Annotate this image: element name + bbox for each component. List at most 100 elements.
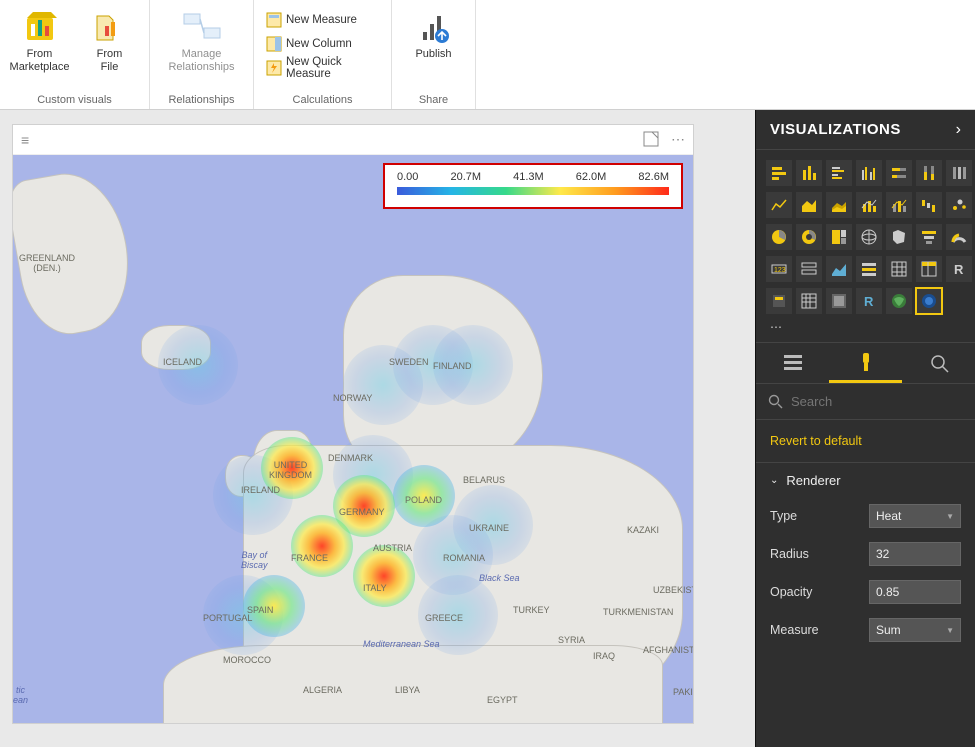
viz-filled-map-icon[interactable] bbox=[886, 224, 912, 250]
legend-tick: 82.6M bbox=[638, 171, 669, 183]
viz-search-input[interactable] bbox=[791, 394, 941, 409]
quick-measure-icon bbox=[266, 60, 282, 76]
viz-kpi-icon[interactable] bbox=[826, 256, 852, 282]
viz-matrix-icon[interactable] bbox=[916, 256, 942, 282]
group-label-relationships: Relationships bbox=[150, 91, 253, 109]
viz-donut-icon[interactable] bbox=[796, 224, 822, 250]
svg-text:R: R bbox=[954, 262, 964, 277]
viz-r-icon[interactable]: R bbox=[946, 256, 972, 282]
prop-radius-label: Radius bbox=[770, 547, 809, 561]
from-file-button[interactable]: From File bbox=[75, 4, 145, 84]
prop-opacity-input[interactable] bbox=[869, 580, 961, 604]
chevron-down-icon: ⌄ bbox=[770, 475, 778, 486]
viz-pie-icon[interactable] bbox=[766, 224, 792, 250]
measure-icon bbox=[266, 12, 282, 28]
prop-row-measure: Measure Sum ▼ bbox=[770, 618, 961, 642]
viz-clustered-bar-icon[interactable] bbox=[826, 160, 852, 186]
legend-ticks: 0.00 20.7M 41.3M 62.0M 82.6M bbox=[397, 171, 669, 183]
viz-tab-fields[interactable] bbox=[756, 343, 829, 383]
new-column-button[interactable]: New Column bbox=[260, 32, 383, 56]
legend-tick: 41.3M bbox=[513, 171, 544, 183]
viz-gauge-icon[interactable] bbox=[946, 224, 972, 250]
visualizations-pane: VISUALIZATIONS › bbox=[755, 110, 975, 747]
prop-measure-dropdown[interactable]: Sum ▼ bbox=[869, 618, 961, 642]
viz-arcgis-icon[interactable] bbox=[886, 288, 912, 314]
viz-card-icon[interactable]: 123 bbox=[766, 256, 792, 282]
focus-mode-icon[interactable] bbox=[643, 131, 659, 148]
prop-type-value: Heat bbox=[876, 509, 901, 523]
from-marketplace-button[interactable]: From Marketplace bbox=[5, 4, 75, 84]
viz-stacked-area-icon[interactable] bbox=[826, 192, 852, 218]
fields-tab-icon bbox=[782, 352, 804, 374]
viz-treemap-icon[interactable] bbox=[826, 224, 852, 250]
prop-radius-value[interactable] bbox=[876, 547, 936, 561]
viz-pane-header: VISUALIZATIONS › bbox=[756, 110, 975, 150]
viz-map-icon[interactable] bbox=[856, 224, 882, 250]
viz-combo2-icon[interactable] bbox=[886, 192, 912, 218]
viz-multirow-icon[interactable] bbox=[796, 256, 822, 282]
from-marketplace-label: From Marketplace bbox=[10, 48, 70, 74]
publish-button[interactable]: Publish bbox=[404, 4, 464, 84]
section-renderer-label: Renderer bbox=[786, 473, 840, 488]
viz-custom1-icon[interactable] bbox=[796, 288, 822, 314]
manage-relationships-button[interactable]: Manage Relationships bbox=[156, 4, 248, 84]
prop-opacity-value[interactable] bbox=[876, 585, 936, 599]
viz-ribbon-icon[interactable] bbox=[946, 160, 972, 186]
prop-row-opacity: Opacity bbox=[770, 580, 961, 604]
viz-scatter-icon[interactable] bbox=[946, 192, 972, 218]
relationships-icon bbox=[182, 8, 222, 46]
drag-handle-icon[interactable]: ≡ bbox=[21, 132, 30, 148]
legend-gradient-bar bbox=[397, 187, 669, 195]
chevron-down-icon: ▼ bbox=[946, 626, 954, 635]
viz-table-icon[interactable] bbox=[886, 256, 912, 282]
viz-heatmap-icon[interactable] bbox=[916, 288, 942, 314]
viz-tabs bbox=[756, 342, 975, 384]
viz-icon-grid: 123 R R bbox=[756, 150, 975, 320]
prop-measure-label: Measure bbox=[770, 623, 819, 637]
viz-stacked-bar-icon[interactable] bbox=[766, 160, 792, 186]
main-area: ≡ ⋯ 0.00 20.7M 41.3M 62.0M 82.6M bbox=[0, 110, 975, 747]
search-icon bbox=[768, 394, 783, 409]
viz-slicer-icon[interactable] bbox=[856, 256, 882, 282]
viz-waterfall-icon[interactable] bbox=[916, 192, 942, 218]
more-options-icon[interactable]: ⋯ bbox=[671, 131, 685, 148]
viz-100stacked-bar-icon[interactable] bbox=[886, 160, 912, 186]
heat-legend: 0.00 20.7M 41.3M 62.0M 82.6M bbox=[383, 163, 683, 209]
new-column-label: New Column bbox=[286, 38, 352, 50]
ribbon-group-custom-visuals: From Marketplace From File Custom visual… bbox=[0, 0, 150, 109]
prop-row-radius: Radius bbox=[770, 542, 961, 566]
prop-type-dropdown[interactable]: Heat▼ bbox=[869, 504, 961, 528]
viz-tab-analytics[interactable] bbox=[902, 343, 975, 383]
viz-python-icon[interactable] bbox=[766, 288, 792, 314]
viz-funnel-icon[interactable] bbox=[916, 224, 942, 250]
viz-combo1-icon[interactable] bbox=[856, 192, 882, 218]
manage-relationships-label: Manage Relationships bbox=[168, 48, 234, 74]
revert-to-default-link[interactable]: Revert to default bbox=[756, 420, 975, 462]
format-tab-icon bbox=[855, 351, 877, 373]
prop-radius-input[interactable] bbox=[869, 542, 961, 566]
legend-tick: 20.7M bbox=[450, 171, 481, 183]
viz-stacked-column-icon[interactable] bbox=[796, 160, 822, 186]
viz-more-icon[interactable]: ⋯ bbox=[756, 320, 975, 342]
new-measure-button[interactable]: New Measure bbox=[260, 8, 383, 32]
map-surface[interactable]: GREENLAND (DEN.) ICELAND NORWAY SWEDEN F… bbox=[13, 155, 693, 723]
viz-line-icon[interactable] bbox=[766, 192, 792, 218]
publish-icon bbox=[417, 8, 451, 46]
viz-tab-format[interactable] bbox=[829, 343, 902, 383]
report-canvas[interactable]: ≡ ⋯ 0.00 20.7M 41.3M 62.0M 82.6M bbox=[0, 110, 755, 747]
viz-area-icon[interactable] bbox=[796, 192, 822, 218]
viz-custom3-icon[interactable]: R bbox=[856, 288, 882, 314]
section-header-renderer[interactable]: ⌄ Renderer bbox=[756, 462, 975, 498]
viz-custom2-icon[interactable] bbox=[826, 288, 852, 314]
new-quick-measure-button[interactable]: New Quick Measure bbox=[260, 56, 383, 80]
from-file-label: From File bbox=[97, 48, 123, 74]
group-label-calculations: Calculations bbox=[254, 91, 391, 109]
viz-clustered-column-icon[interactable] bbox=[856, 160, 882, 186]
publish-label: Publish bbox=[415, 48, 451, 61]
column-icon bbox=[266, 36, 282, 52]
map-visual-frame[interactable]: ≡ ⋯ 0.00 20.7M 41.3M 62.0M 82.6M bbox=[12, 124, 694, 724]
viz-100stacked-column-icon[interactable] bbox=[916, 160, 942, 186]
viz-search-box[interactable] bbox=[756, 384, 975, 420]
collapse-pane-icon[interactable]: › bbox=[956, 121, 961, 139]
prop-measure-value: Sum bbox=[876, 623, 901, 637]
